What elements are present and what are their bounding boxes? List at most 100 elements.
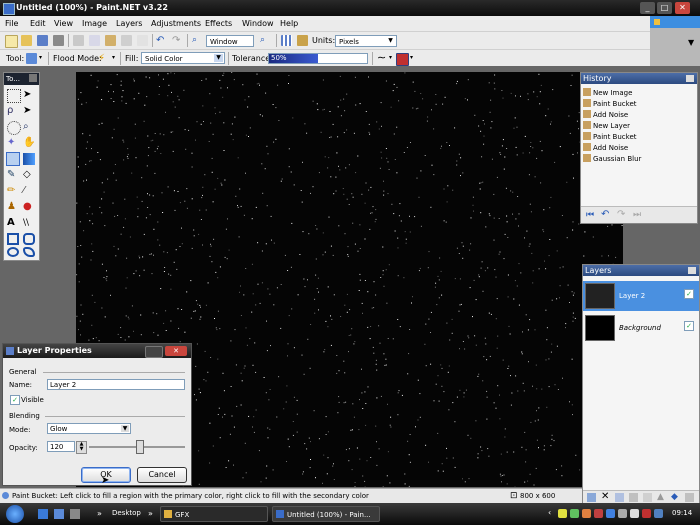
chevron-down-icon[interactable]: ▾: [389, 54, 392, 61]
paintbrush-icon[interactable]: ✎: [7, 169, 19, 181]
menu-window[interactable]: Window: [242, 19, 274, 28]
copy-icon[interactable]: [89, 35, 100, 46]
fast-forward-icon[interactable]: ⏭: [633, 210, 641, 220]
desktop-toolbar-label[interactable]: Desktop: [112, 509, 141, 517]
zoom-tool-icon[interactable]: ⌕: [23, 121, 35, 133]
rectangle-select-icon[interactable]: [7, 89, 21, 103]
close-icon[interactable]: [688, 267, 696, 274]
close-icon[interactable]: [686, 75, 694, 82]
dialog-close-button[interactable]: ✕: [165, 346, 187, 356]
tray-icon[interactable]: [642, 509, 651, 518]
merge-layer-icon[interactable]: [629, 493, 638, 502]
antialias-icon[interactable]: ∼: [377, 51, 386, 64]
blend-mode-icon[interactable]: [396, 53, 409, 66]
minimize-button[interactable]: _: [640, 2, 655, 14]
dialog-minimize-button[interactable]: [145, 346, 163, 358]
magic-wand-icon[interactable]: ✦: [7, 137, 19, 149]
show-desktop-icon[interactable]: [38, 509, 48, 519]
print-icon[interactable]: [53, 35, 64, 46]
menu-adjustments[interactable]: Adjustments: [151, 19, 201, 28]
crop-icon[interactable]: [121, 35, 132, 46]
ellipse-select-icon[interactable]: [7, 121, 21, 135]
cancel-button[interactable]: Cancel: [137, 467, 187, 483]
chevron-down-icon[interactable]: ▾: [112, 54, 115, 61]
undo-icon[interactable]: ↶: [601, 209, 609, 220]
duplicate-layer-icon[interactable]: [615, 493, 624, 502]
layer-visible-checkbox[interactable]: ✓: [684, 321, 694, 331]
menu-effects[interactable]: Effects: [205, 19, 232, 28]
eraser-icon[interactable]: ◇: [23, 169, 35, 181]
rewind-icon[interactable]: ⏮: [586, 210, 594, 220]
fill-combo[interactable]: Solid Color ▼: [141, 52, 225, 64]
opacity-slider-thumb[interactable]: [136, 440, 144, 454]
opacity-input[interactable]: 120: [47, 441, 75, 452]
chevron-icon[interactable]: »: [148, 509, 153, 518]
new-icon[interactable]: [5, 35, 18, 48]
close-button[interactable]: ✕: [675, 2, 690, 14]
open-icon[interactable]: [21, 35, 32, 46]
layer-properties-icon[interactable]: [685, 493, 694, 502]
app-icon[interactable]: [54, 509, 64, 519]
move-icon[interactable]: ➤: [23, 105, 35, 117]
network-icon[interactable]: [630, 509, 639, 518]
start-button[interactable]: [6, 505, 24, 523]
funnel-icon[interactable]: ▼: [688, 38, 696, 48]
ruler-icon[interactable]: [297, 35, 308, 46]
lightning-icon[interactable]: ⚡: [98, 53, 109, 64]
paint-bucket-icon[interactable]: [26, 53, 37, 64]
text-icon[interactable]: A: [7, 217, 19, 229]
properties-icon[interactable]: [643, 493, 652, 502]
redo-icon[interactable]: ↷: [617, 209, 625, 220]
blend-mode-select[interactable]: Glow ▼: [47, 423, 131, 434]
chevron-down-icon[interactable]: ▾: [39, 54, 42, 61]
history-item[interactable]: Paint Bucket: [583, 99, 637, 109]
tray-icon[interactable]: [582, 509, 591, 518]
tray-expand-icon[interactable]: ‹: [548, 508, 551, 517]
tray-icon[interactable]: [654, 509, 663, 518]
zoom-icon[interactable]: ⌕: [192, 35, 203, 46]
menu-help[interactable]: Help: [280, 19, 298, 28]
redo-icon[interactable]: ↷: [172, 35, 183, 46]
taskbar-button-gfx[interactable]: GFX: [160, 506, 268, 522]
history-item[interactable]: New Layer: [583, 121, 630, 131]
delete-layer-icon[interactable]: ✕: [601, 491, 609, 502]
chevron-icon[interactable]: »: [97, 509, 102, 518]
lasso-icon[interactable]: ρ: [7, 105, 19, 117]
recolor-icon[interactable]: ●: [23, 201, 35, 213]
volume-icon[interactable]: [618, 509, 627, 518]
paint-bucket-icon[interactable]: [6, 152, 20, 166]
move-up-icon[interactable]: ▲: [657, 492, 664, 502]
move-selection-icon[interactable]: ➤: [23, 89, 35, 101]
rounded-rectangle-icon[interactable]: [23, 233, 35, 245]
menu-edit[interactable]: Edit: [30, 19, 46, 28]
tray-icon[interactable]: [606, 509, 615, 518]
deselect-icon[interactable]: [137, 35, 148, 46]
pencil-icon[interactable]: ✏: [7, 185, 19, 197]
layer-visible-checkbox[interactable]: ✓: [684, 289, 694, 299]
freeform-shape-icon[interactable]: [23, 247, 35, 257]
gradient-icon[interactable]: [23, 153, 35, 165]
clone-stamp-icon[interactable]: ♟: [7, 201, 19, 213]
units-combo[interactable]: Pixels ▼: [335, 35, 397, 47]
zoom-combo[interactable]: Window: [206, 35, 254, 47]
pan-icon[interactable]: ✋: [23, 137, 35, 149]
close-icon[interactable]: [29, 74, 37, 82]
quicklaunch-icon[interactable]: [70, 509, 80, 519]
history-item[interactable]: Paint Bucket: [583, 132, 637, 142]
paste-icon[interactable]: [105, 35, 116, 46]
tray-icon[interactable]: [558, 509, 567, 518]
line-curve-icon[interactable]: \\: [23, 217, 35, 229]
tray-icon[interactable]: [594, 509, 603, 518]
layer-row-layer-2[interactable]: Layer 2 ✓: [583, 281, 699, 311]
history-item[interactable]: Gaussian Blur: [583, 154, 641, 164]
undo-icon[interactable]: ↶: [156, 35, 167, 46]
menu-image[interactable]: Image: [82, 19, 107, 28]
zoom-in-icon[interactable]: ⌕: [260, 35, 271, 46]
layer-name-input[interactable]: Layer 2: [47, 379, 185, 390]
rectangle-icon[interactable]: [7, 233, 19, 245]
color-picker-icon[interactable]: ⁄: [23, 185, 35, 197]
ellipse-icon[interactable]: [7, 247, 19, 257]
history-item[interactable]: New Image: [583, 88, 632, 98]
opacity-spinner[interactable]: ▲ ▼: [76, 441, 87, 454]
tolerance-slider[interactable]: 50%: [268, 53, 368, 64]
